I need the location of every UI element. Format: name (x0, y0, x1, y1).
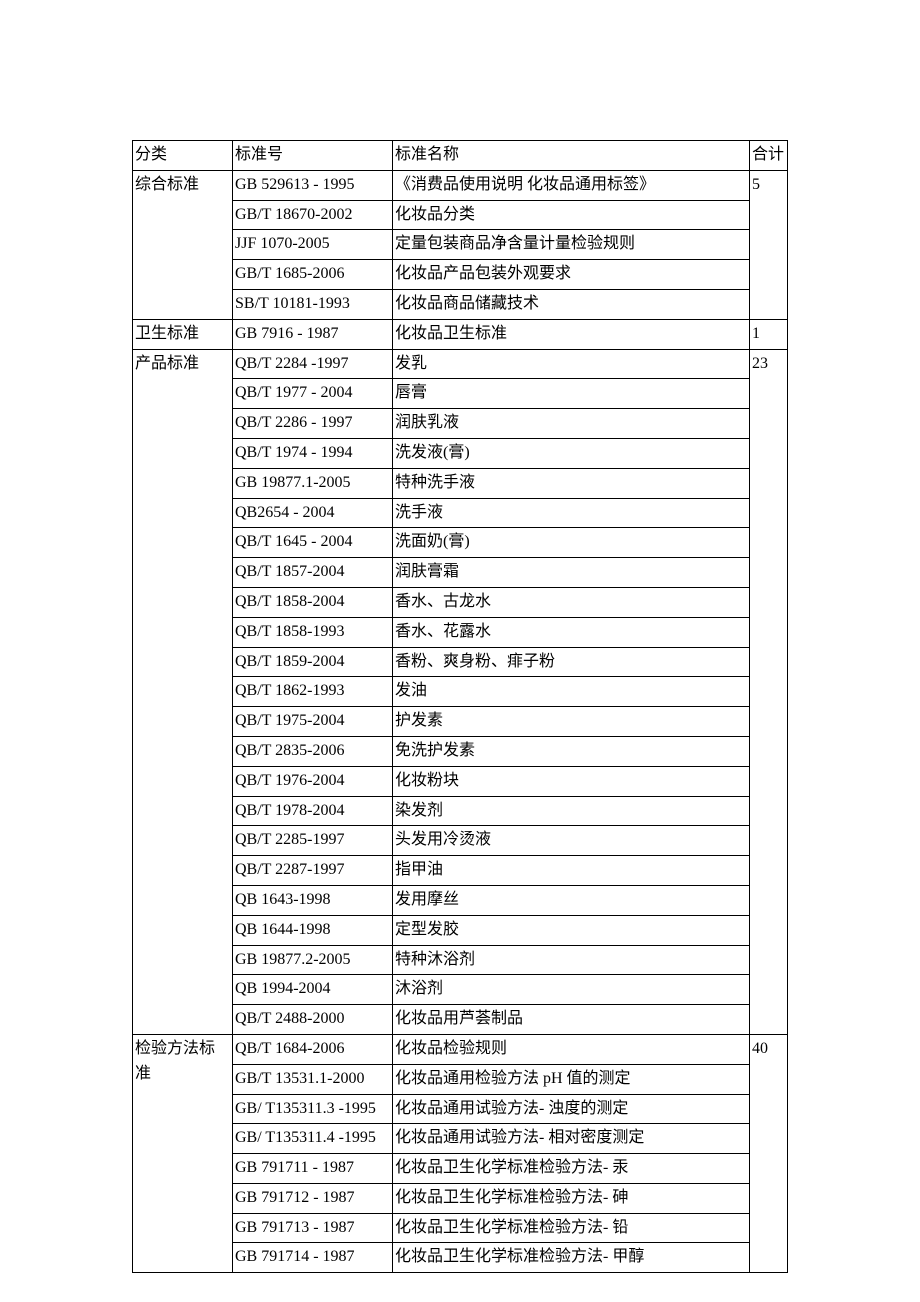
code-cell: GB/T 1685-2006 (233, 260, 393, 290)
code-cell: QB/T 1684-2006 (233, 1034, 393, 1064)
category-cell: 产品标准 (133, 349, 233, 1034)
category-cell: 检验方法标准 (133, 1034, 233, 1272)
name-cell: 化妆品卫生化学标准检验方法- 甲醇 (393, 1243, 750, 1273)
code-cell: QB/T 1977 - 2004 (233, 379, 393, 409)
code-cell: GB 791713 - 1987 (233, 1213, 393, 1243)
code-cell: QB/T 1858-1993 (233, 617, 393, 647)
code-cell: QB/T 2285-1997 (233, 826, 393, 856)
header-category: 分类 (133, 141, 233, 171)
table-header-row: 分类标准号标准名称合计 (133, 141, 788, 171)
name-cell: 染发剂 (393, 796, 750, 826)
name-cell: 唇膏 (393, 379, 750, 409)
code-cell: QB/T 1974 - 1994 (233, 438, 393, 468)
code-cell: JJF 1070-2005 (233, 230, 393, 260)
name-cell: 化妆品卫生化学标准检验方法- 砷 (393, 1183, 750, 1213)
name-cell: 化妆品卫生化学标准检验方法- 铅 (393, 1213, 750, 1243)
name-cell: 化妆品检验规则 (393, 1034, 750, 1064)
name-cell: 定量包装商品净含量计量检验规则 (393, 230, 750, 260)
name-cell: 化妆品通用检验方法 pH 值的测定 (393, 1064, 750, 1094)
name-cell: 化妆品用芦荟制品 (393, 1005, 750, 1035)
table-row: 卫生标准GB 7916 - 1987化妆品卫生标准1 (133, 319, 788, 349)
table-row: 产品标准QB/T 2284 -1997发乳23 (133, 349, 788, 379)
code-cell: QB/T 1857-2004 (233, 558, 393, 588)
name-cell: 洗手液 (393, 498, 750, 528)
code-cell: QB/T 1978-2004 (233, 796, 393, 826)
name-cell: 免洗护发素 (393, 736, 750, 766)
name-cell: 化妆品通用试验方法- 浊度的测定 (393, 1094, 750, 1124)
header-name: 标准名称 (393, 141, 750, 171)
name-cell: 护发素 (393, 707, 750, 737)
code-cell: QB/T 2287-1997 (233, 856, 393, 886)
name-cell: 化妆品通用试验方法- 相对密度测定 (393, 1124, 750, 1154)
code-cell: GB 529613 - 1995 (233, 170, 393, 200)
total-cell: 23 (750, 349, 788, 1034)
code-cell: GB 19877.1-2005 (233, 468, 393, 498)
document-page: 分类标准号标准名称合计综合标准GB 529613 - 1995《消费品使用说明 … (0, 0, 920, 1273)
code-cell: QB2654 - 2004 (233, 498, 393, 528)
code-cell: QB/T 1858-2004 (233, 587, 393, 617)
code-cell: QB 1643-1998 (233, 885, 393, 915)
code-cell: GB/T 13531.1-2000 (233, 1064, 393, 1094)
name-cell: 润肤乳液 (393, 409, 750, 439)
code-cell: GB 7916 - 1987 (233, 319, 393, 349)
name-cell: 指甲油 (393, 856, 750, 886)
name-cell: 特种沐浴剂 (393, 945, 750, 975)
code-cell: SB/T 10181-1993 (233, 289, 393, 319)
category-cell: 综合标准 (133, 170, 233, 319)
name-cell: 化妆品分类 (393, 200, 750, 230)
name-cell: 发油 (393, 677, 750, 707)
name-cell: 特种洗手液 (393, 468, 750, 498)
code-cell: GB/ T135311.3 -1995 (233, 1094, 393, 1124)
name-cell: 头发用冷烫液 (393, 826, 750, 856)
code-cell: GB 19877.2-2005 (233, 945, 393, 975)
code-cell: QB 1644-1998 (233, 915, 393, 945)
table-row: 综合标准GB 529613 - 1995《消费品使用说明 化妆品通用标签》5 (133, 170, 788, 200)
name-cell: 洗发液(膏) (393, 438, 750, 468)
name-cell: 润肤膏霜 (393, 558, 750, 588)
name-cell: 化妆品卫生化学标准检验方法- 汞 (393, 1154, 750, 1184)
code-cell: GB 791712 - 1987 (233, 1183, 393, 1213)
code-cell: QB 1994-2004 (233, 975, 393, 1005)
name-cell: 洗面奶(膏) (393, 528, 750, 558)
code-cell: QB/T 2286 - 1997 (233, 409, 393, 439)
total-cell: 1 (750, 319, 788, 349)
code-cell: GB/T 18670-2002 (233, 200, 393, 230)
code-cell: QB/T 2284 -1997 (233, 349, 393, 379)
name-cell: 沐浴剂 (393, 975, 750, 1005)
code-cell: QB/T 2488-2000 (233, 1005, 393, 1035)
total-cell: 5 (750, 170, 788, 319)
name-cell: 化妆粉块 (393, 766, 750, 796)
category-cell: 卫生标准 (133, 319, 233, 349)
code-cell: QB/T 1859-2004 (233, 647, 393, 677)
name-cell: 发乳 (393, 349, 750, 379)
header-code: 标准号 (233, 141, 393, 171)
header-total: 合计 (750, 141, 788, 171)
name-cell: 《消费品使用说明 化妆品通用标签》 (393, 170, 750, 200)
code-cell: GB 791711 - 1987 (233, 1154, 393, 1184)
name-cell: 香粉、爽身粉、痱子粉 (393, 647, 750, 677)
name-cell: 化妆品卫生标准 (393, 319, 750, 349)
code-cell: QB/T 1862-1993 (233, 677, 393, 707)
name-cell: 香水、花露水 (393, 617, 750, 647)
total-cell: 40 (750, 1034, 788, 1272)
code-cell: QB/T 1645 - 2004 (233, 528, 393, 558)
code-cell: QB/T 1975-2004 (233, 707, 393, 737)
code-cell: QB/T 2835-2006 (233, 736, 393, 766)
standards-table: 分类标准号标准名称合计综合标准GB 529613 - 1995《消费品使用说明 … (132, 140, 788, 1273)
code-cell: QB/T 1976-2004 (233, 766, 393, 796)
table-row: 检验方法标准QB/T 1684-2006化妆品检验规则40 (133, 1034, 788, 1064)
name-cell: 定型发胶 (393, 915, 750, 945)
name-cell: 化妆品产品包装外观要求 (393, 260, 750, 290)
name-cell: 发用摩丝 (393, 885, 750, 915)
code-cell: GB/ T135311.4 -1995 (233, 1124, 393, 1154)
name-cell: 化妆品商品储藏技术 (393, 289, 750, 319)
code-cell: GB 791714 - 1987 (233, 1243, 393, 1273)
name-cell: 香水、古龙水 (393, 587, 750, 617)
